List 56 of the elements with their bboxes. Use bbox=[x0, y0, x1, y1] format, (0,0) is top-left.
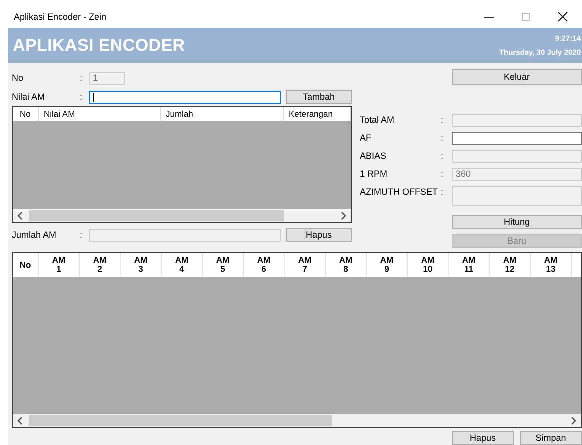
column-header[interactable]: Keterangan bbox=[284, 107, 351, 121]
colon-separator: : bbox=[80, 228, 84, 242]
scroll-thumb[interactable] bbox=[29, 210, 284, 221]
column-header[interactable]: AM 4 bbox=[162, 253, 203, 277]
column-header[interactable]: Nilai AM bbox=[39, 107, 161, 121]
colon-separator: : bbox=[441, 132, 445, 145]
field-label: ABIAS bbox=[360, 150, 388, 163]
field-label: AF bbox=[360, 132, 373, 145]
scroll-left-icon[interactable] bbox=[17, 212, 23, 220]
calculate-button[interactable]: Hitung bbox=[452, 215, 582, 229]
exit-button[interactable]: Keluar bbox=[452, 69, 582, 85]
scroll-right-icon[interactable] bbox=[571, 416, 577, 424]
column-header[interactable]: AM 5 bbox=[203, 253, 244, 277]
app-title: APLIKASI ENCODER bbox=[13, 36, 186, 56]
column-header[interactable]: AM 8 bbox=[326, 253, 367, 277]
column-header[interactable]: AM 2 bbox=[80, 253, 121, 277]
input-field[interactable] bbox=[452, 132, 582, 145]
column-header[interactable]: No bbox=[13, 253, 39, 277]
window-title: Aplikasi Encoder - Zein bbox=[14, 12, 108, 22]
close-icon[interactable] bbox=[558, 12, 568, 22]
scroll-right-icon[interactable] bbox=[341, 212, 347, 220]
colon-separator: : bbox=[441, 168, 445, 181]
horizontal-scrollbar[interactable] bbox=[13, 414, 581, 427]
colon-separator: : bbox=[80, 90, 84, 104]
column-header[interactable]: AM 1 bbox=[39, 253, 80, 277]
column-header[interactable]: AM 9 bbox=[367, 253, 408, 277]
column-header[interactable]: AM 3 bbox=[121, 253, 162, 277]
scroll-thumb[interactable] bbox=[29, 415, 332, 426]
field-label: No bbox=[12, 72, 25, 85]
minimize-icon[interactable] bbox=[484, 16, 494, 18]
save-button[interactable]: Simpan bbox=[520, 431, 582, 445]
column-header[interactable]: AM 12 bbox=[490, 253, 531, 277]
delete-button[interactable]: Hapus bbox=[286, 228, 352, 242]
field-label: AZIMUTH OFFSET bbox=[360, 186, 439, 199]
colon-separator: : bbox=[441, 114, 445, 127]
maximize-icon[interactable] bbox=[522, 13, 530, 21]
column-header[interactable]: AM 7 bbox=[285, 253, 326, 277]
column-header[interactable]: AM 13 bbox=[531, 253, 572, 277]
horizontal-scrollbar[interactable] bbox=[13, 209, 351, 222]
scroll-left-icon[interactable] bbox=[17, 416, 23, 424]
column-header[interactable]: No bbox=[13, 107, 39, 121]
add-button[interactable]: Tambah bbox=[286, 90, 352, 104]
colon-separator: : bbox=[441, 186, 445, 199]
column-header[interactable]: AM 6 bbox=[244, 253, 285, 277]
column-header[interactable]: AM 10 bbox=[408, 253, 449, 277]
field-label: 1 RPM bbox=[360, 168, 389, 181]
colon-separator: : bbox=[441, 150, 445, 163]
field-label: Nilai AM bbox=[12, 90, 46, 104]
colon-separator: : bbox=[80, 72, 84, 85]
field-label: Total AM bbox=[360, 114, 396, 127]
text-cursor bbox=[93, 92, 94, 102]
input-field[interactable] bbox=[89, 90, 281, 104]
column-header[interactable]: AM 11 bbox=[449, 253, 490, 277]
field-label: Jumlah AM bbox=[12, 228, 58, 242]
delete-button[interactable]: Hapus bbox=[452, 431, 514, 445]
column-header[interactable]: Jumlah bbox=[161, 107, 284, 121]
